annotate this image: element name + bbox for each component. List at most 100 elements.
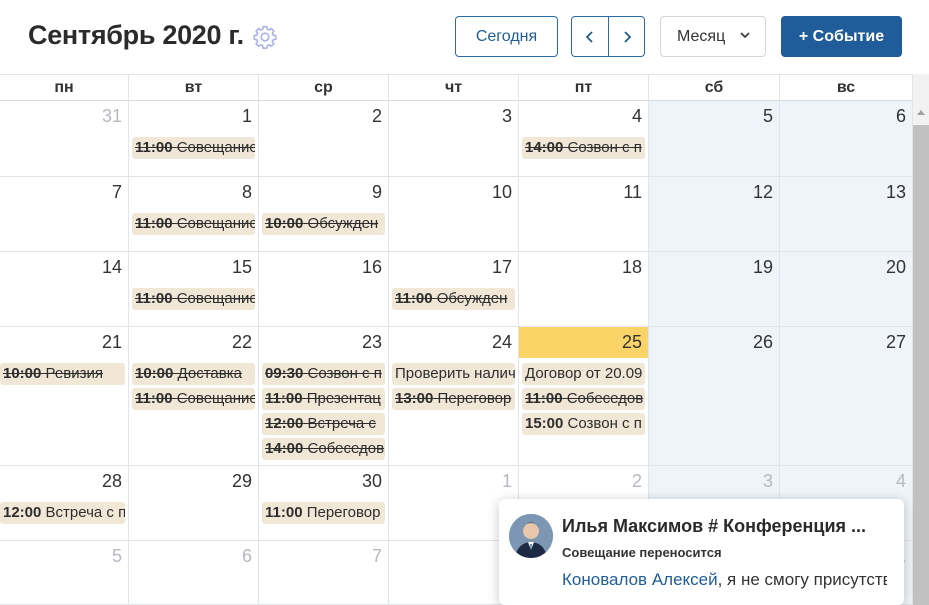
event-chip[interactable]: 14:00 Собеседов [262, 438, 385, 460]
day-cell[interactable]: 27 [780, 327, 913, 466]
day-cell[interactable]: 3 [389, 101, 519, 177]
event-chip[interactable]: 11:00 Совещание [132, 213, 255, 235]
weekday-label: сб [649, 75, 780, 101]
event-time: 15:00 [525, 415, 564, 432]
event-time: 14:00 [525, 139, 564, 156]
event-time: 11:00 [135, 390, 173, 407]
event-time: 11:00 [135, 215, 173, 232]
day-cell[interactable]: 22 10:00 Доставка 11:00 Совещание [129, 327, 259, 466]
event-chip[interactable]: 11:00 Собеседов [522, 388, 645, 410]
day-number: 5 [762, 106, 773, 126]
event-chip[interactable]: 14:00 Созвон с п [522, 137, 645, 159]
event-title: Обсужден [436, 290, 508, 307]
day-cell[interactable]: 2 [259, 101, 389, 177]
weekday-label: чт [389, 75, 519, 101]
event-chip[interactable]: 10:00 Обсужден [262, 213, 385, 235]
event-chip[interactable]: 10:00 Доставка [132, 363, 255, 385]
day-cell[interactable]: 14 [0, 252, 129, 327]
day-cell[interactable]: 31 [0, 101, 129, 177]
day-cell[interactable]: 6 [780, 101, 913, 177]
event-title: Созвон с п [307, 365, 382, 382]
day-cell[interactable]: 5 [0, 541, 129, 605]
day-cell[interactable]: 17 11:00 Обсужден [389, 252, 519, 327]
event-title: Переговор [437, 390, 512, 407]
event-time: 11:00 [525, 390, 563, 407]
event-time: 13:00 [395, 390, 434, 407]
event-chip[interactable]: 11:00 Совещание [132, 137, 255, 159]
day-cell[interactable]: 15 11:00 Совещание [129, 252, 259, 327]
event-chip[interactable]: 13:00 Переговор [392, 388, 515, 410]
day-cell[interactable]: 21 10:00 Ревизия [0, 327, 129, 466]
today-button[interactable]: Сегодня [455, 16, 558, 57]
day-number: 16 [361, 257, 382, 277]
settings-gear-icon[interactable] [252, 24, 278, 50]
scrollbar-thumb[interactable] [913, 125, 929, 605]
chevron-down-icon [740, 32, 750, 39]
calendar-header: Сентябрь 2020 г. Сегодня Месяц + Событие [0, 0, 929, 74]
view-select[interactable]: Месяц [660, 16, 766, 57]
day-number: 1 [501, 471, 512, 491]
day-number: 29 [231, 471, 252, 491]
day-cell[interactable]: 20 [780, 252, 913, 327]
notification-subtitle: Совещание переносится [562, 545, 722, 560]
chevron-left-icon [585, 30, 593, 43]
event-chip[interactable]: 12:00 Встреча с п [0, 502, 125, 524]
day-cell[interactable]: 24 Проверить налич 13:00 Переговор [389, 327, 519, 466]
day-cell[interactable]: 26 [649, 327, 780, 466]
day-cell[interactable]: 13 [780, 177, 913, 252]
day-cell[interactable]: 11 [519, 177, 649, 252]
next-month-button[interactable] [608, 16, 645, 57]
day-cell[interactable]: 23 09:30 Созвон с п 11:00 Презентац 12:00 В… [259, 327, 389, 466]
event-title: Презентац [306, 390, 381, 407]
mention-link[interactable]: Коновалов Алексей [562, 570, 718, 589]
day-number: 14 [101, 257, 122, 277]
add-event-button[interactable]: + Событие [781, 16, 902, 57]
event-title: Собеседов [307, 440, 385, 457]
event-chip[interactable]: 15:00 Созвон с п [522, 413, 645, 435]
event-chip[interactable]: 12:00 Встреча с [262, 413, 385, 435]
day-cell[interactable]: 29 [129, 466, 259, 541]
event-time: 10:00 [135, 365, 174, 382]
day-number: 31 [101, 106, 122, 126]
day-cell[interactable]: 18 [519, 252, 649, 327]
day-cell[interactable]: 6 [129, 541, 259, 605]
day-cell[interactable]: 12 [649, 177, 780, 252]
event-chip[interactable]: 11:00 Обсужден [392, 288, 515, 310]
day-cell[interactable]: 30 11:00 Переговор [259, 466, 389, 541]
day-cell[interactable]: 10 [389, 177, 519, 252]
day-cell[interactable]: 1 11:00 Совещание [129, 101, 259, 177]
day-cell[interactable]: 16 [259, 252, 389, 327]
event-chip[interactable]: Договор от 20.09 [522, 363, 645, 385]
event-chip[interactable]: 11:00 Переговор [262, 502, 385, 524]
day-cell[interactable]: 4 14:00 Созвон с п [519, 101, 649, 177]
event-chip[interactable]: 10:00 Ревизия [0, 363, 125, 385]
day-cell[interactable]: 19 [649, 252, 780, 327]
day-number: 18 [621, 257, 642, 277]
event-title: Договор от 20.09 [525, 365, 643, 382]
event-chip[interactable]: 09:30 Созвон с п [262, 363, 385, 385]
day-cell[interactable]: 7 [259, 541, 389, 605]
day-cell[interactable]: 9 10:00 Обсужден [259, 177, 389, 252]
day-number: 30 [361, 471, 382, 491]
day-cell[interactable]: 7 [0, 177, 129, 252]
prev-month-button[interactable] [571, 16, 609, 57]
event-chip[interactable]: 11:00 Совещание [132, 388, 255, 410]
day-cell[interactable]: 8 11:00 Совещание [129, 177, 259, 252]
day-number: 17 [491, 257, 512, 277]
day-number: 24 [491, 332, 512, 352]
event-time: 10:00 [265, 215, 304, 232]
day-number: 3 [762, 471, 773, 491]
weekday-label: вт [129, 75, 259, 101]
scroll-up-arrow-icon[interactable] [913, 101, 929, 123]
event-chip[interactable]: Проверить налич [392, 363, 515, 385]
event-time: 12:00 [3, 504, 42, 521]
day-number: 3 [501, 106, 512, 126]
day-cell[interactable]: 28 12:00 Встреча с п [0, 466, 129, 541]
event-chip[interactable]: 11:00 Совещание [132, 288, 255, 310]
day-cell[interactable]: 5 [649, 101, 780, 177]
event-title: Совещание [176, 215, 255, 232]
notification-toast[interactable]: Илья Максимов # Конференция ... Совещани… [499, 499, 904, 605]
event-chip[interactable]: 11:00 Презентац [262, 388, 385, 410]
event-title: Переговор [306, 504, 381, 521]
day-cell[interactable]: 25 Договор от 20.09 11:00 Собеседов 15:00 С… [519, 327, 649, 466]
